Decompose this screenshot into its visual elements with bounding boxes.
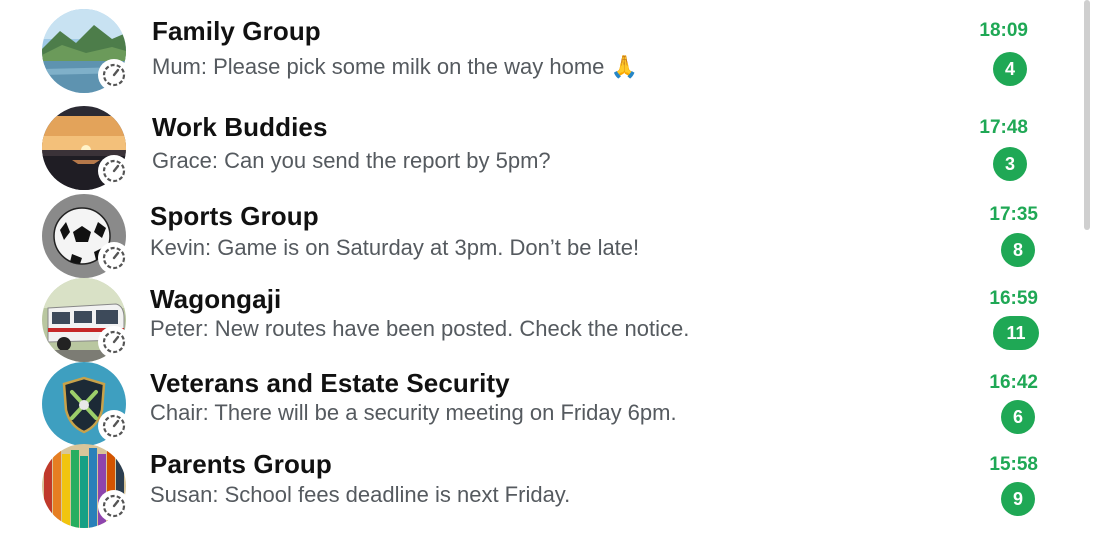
- chat-time: 15:58: [989, 454, 1038, 475]
- chat-preview: Susan: School fees deadline is next Frid…: [150, 482, 571, 507]
- chat-time: 16:42: [989, 372, 1038, 393]
- chat-preview: Mum: Please pick some milk on the way ho…: [152, 54, 638, 79]
- chat-time: 17:35: [989, 204, 1038, 225]
- chat-preview: Kevin: Game is on Saturday at 3pm. Don’t…: [150, 235, 640, 260]
- chat-row-wagongaji[interactable]: Wagongaji Peter: New routes have been po…: [0, 274, 1080, 362]
- chat-row-veterans-estate-security[interactable]: Veterans and Estate Security Chair: Ther…: [0, 358, 1080, 446]
- clock-status-icon: [98, 490, 130, 522]
- scrollbar[interactable]: [1084, 0, 1092, 544]
- chat-name: Wagongaji: [150, 284, 282, 314]
- unread-count-badge: 6: [1001, 400, 1035, 434]
- clock-status-icon: [98, 59, 130, 91]
- chat-preview: Grace: Can you send the report by 5pm?: [152, 148, 551, 173]
- unread-count-badge: 8: [1001, 233, 1035, 267]
- chat-preview: Peter: New routes have been posted. Chec…: [150, 316, 690, 341]
- clock-status-icon: [98, 326, 130, 358]
- chat-row-parents-group[interactable]: Parents Group Susan: School fees deadlin…: [0, 442, 1080, 528]
- chat-row-family-group[interactable]: Family Group Mum: Please pick some milk …: [0, 0, 1080, 96]
- clock-status-icon: [98, 155, 130, 187]
- scrollbar-thumb[interactable]: [1084, 0, 1090, 230]
- chat-list: Family Group Mum: Please pick some milk …: [0, 0, 1080, 544]
- chat-time: 17:48: [979, 117, 1028, 138]
- unread-count-badge: 9: [1001, 482, 1035, 516]
- unread-count-badge: 11: [993, 316, 1039, 350]
- chat-name: Family Group: [152, 16, 321, 46]
- chat-row-sports-group[interactable]: Sports Group Kevin: Game is on Saturday …: [0, 190, 1080, 278]
- unread-count-badge: 4: [993, 52, 1027, 86]
- unread-count-badge: 3: [993, 147, 1027, 181]
- chat-name: Veterans and Estate Security: [150, 368, 510, 398]
- chat-row-work-buddies[interactable]: Work Buddies Grace: Can you send the rep…: [0, 96, 1080, 190]
- chat-name: Sports Group: [150, 201, 319, 231]
- chat-name: Work Buddies: [152, 112, 328, 142]
- clock-status-icon: [98, 242, 130, 274]
- chat-name: Parents Group: [150, 449, 332, 479]
- chat-time: 16:59: [989, 288, 1038, 309]
- chat-preview: Chair: There will be a security meeting …: [150, 400, 677, 425]
- chat-time: 18:09: [979, 20, 1028, 41]
- clock-status-icon: [98, 410, 130, 442]
